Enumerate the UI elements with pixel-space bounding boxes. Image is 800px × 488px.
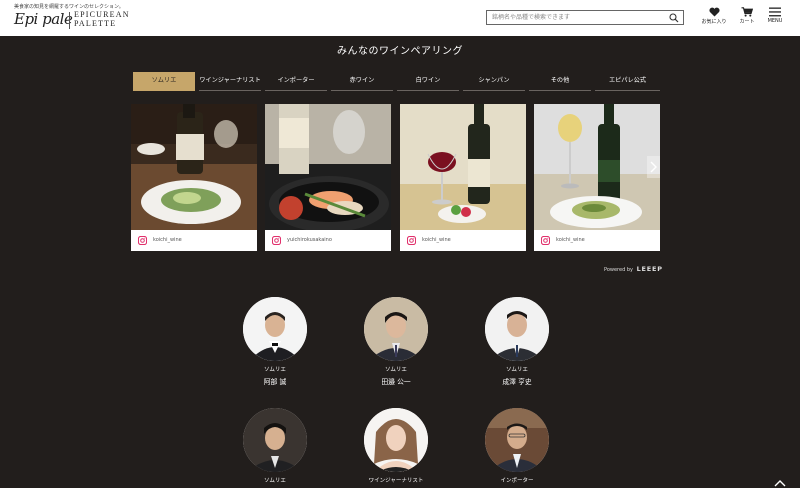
cart-button[interactable]: カート [736,7,758,25]
powered-by: Powered by LEEEP [604,265,663,273]
person-name: 成澤 亨史 [502,378,532,386]
person-card[interactable]: ワインジャーナリスト [336,408,456,487]
card-footer: yuichirokusakaino [265,230,391,251]
person-role: ソムリエ [385,367,407,373]
logo-script[interactable]: Epi pale [14,10,73,28]
search-box [486,10,684,25]
person-card[interactable]: ソムリエ 田邉 公一 [336,297,456,386]
favorites-button[interactable]: お気に入り [700,7,728,25]
site-tagline: 美食家の知見を網羅するワインのセレクション。 [14,4,124,10]
card-footer: koichi_wine [400,230,526,251]
person-role: ソムリエ [264,367,286,373]
tab-other[interactable]: その他 [529,72,591,91]
chevron-right-icon [650,161,657,173]
heart-icon [708,7,720,17]
pairing-card[interactable]: yuichirokusakaino [265,104,391,251]
person-role: インポーター [500,478,534,484]
pairing-photo [400,104,526,230]
menu-label: MENU [767,18,783,24]
pairing-card[interactable]: koichi_wine [131,104,257,251]
instagram-icon [272,236,281,245]
favorites-label: お気に入り [701,19,727,25]
avatar [243,408,307,472]
pairing-photo [265,104,391,230]
tab-wine-journalist[interactable]: ワインジャーナリスト [199,72,261,91]
instagram-icon [407,236,416,245]
person-role: ワインジャーナリスト [368,478,424,484]
cart-icon [741,7,753,17]
card-footer: koichi_wine [534,230,660,251]
tab-red-wine[interactable]: 赤ワイン [331,72,393,91]
pairing-carousel: koichi_wine yuichirokusakaino koichi_win… [131,104,661,252]
avatar [485,408,549,472]
tab-champagne[interactable]: シャンパン [463,72,525,91]
tab-importer[interactable]: インポーター [265,72,327,91]
section-title: みんなのワインペアリング [337,46,463,57]
person-card[interactable]: ソムリエ 阿部 誠 [215,297,335,386]
logo-wordmark[interactable]: EPICUREAN PALETTE [74,10,130,28]
person-role: ソムリエ [264,478,286,484]
instagram-handle: koichi_wine [153,237,182,243]
logo-divider [69,12,70,29]
person-name: 田邉 公一 [381,378,411,386]
category-tabs: ソムリエ ワインジャーナリスト インポーター 赤ワイン 白ワイン シャンパン そ… [133,72,660,91]
search-input[interactable] [487,11,667,24]
powered-by-text: Powered by [604,267,633,273]
menu-button[interactable]: MENU [764,7,786,24]
person-card[interactable]: ソムリエ 成澤 亨史 [457,297,577,386]
pairing-card[interactable]: koichi_wine [534,104,660,251]
avatar [243,297,307,361]
card-footer: koichi_wine [131,230,257,251]
avatar [485,297,549,361]
instagram-handle: koichi_wine [422,237,451,243]
avatar [364,297,428,361]
tab-white-wine[interactable]: 白ワイン [397,72,459,91]
tab-official[interactable]: エピパレ公式 [595,72,660,91]
pairing-photo [131,104,257,230]
tab-sommelier[interactable]: ソムリエ [133,72,195,91]
carousel-next-button[interactable] [647,156,660,178]
person-card[interactable]: ソムリエ [215,408,335,487]
person-card[interactable]: インポーター [457,408,577,487]
instagram-handle: yuichirokusakaino [287,237,332,243]
search-icon[interactable] [669,13,679,23]
cart-label: カート [739,19,755,25]
person-role: ソムリエ [506,367,528,373]
instagram-handle: koichi_wine [556,237,585,243]
instagram-icon [541,236,550,245]
back-to-top-icon[interactable] [770,476,790,488]
person-name: 阿部 誠 [263,378,287,386]
avatar [364,408,428,472]
hamburger-icon [769,7,781,17]
site-header: 美食家の知見を網羅するワインのセレクション。 Epi pale EPICUREA… [0,0,800,36]
instagram-icon [138,236,147,245]
pairing-card[interactable]: koichi_wine [400,104,526,251]
powered-by-brand: LEEEP [636,265,663,273]
pairing-photo [534,104,660,230]
logo-line-2: PALETTE [74,18,117,28]
